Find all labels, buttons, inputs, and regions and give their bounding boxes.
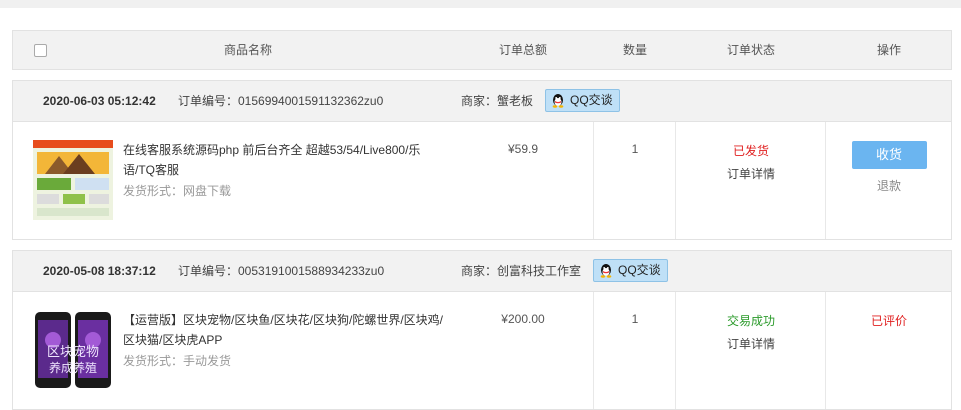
order-quantity: 1 (631, 312, 639, 326)
order-quantity: 1 (631, 142, 639, 156)
seller-name: 商家：创富科技工作室 (461, 264, 582, 278)
divider (593, 292, 594, 409)
order-date: 2020-05-08 18:37:12 (43, 264, 156, 278)
order-status: 已发货 订单详情 (676, 142, 826, 182)
order-row: 区块宠物 养成养殖 【运营版】区块宠物/区块鱼/区块花/区块狗/陀螺世界/区块鸡… (12, 292, 952, 410)
order-row: 在线客服系统源码php 前后台齐全 超越53/54/Live800/乐语/TQ客… (12, 122, 952, 240)
order-header: 2020-05-08 18:37:12 订单编号：005319100158893… (12, 250, 952, 292)
product-thumbnail[interactable] (33, 140, 113, 220)
header-actions: 操作 (876, 43, 901, 57)
thumbnail-title-line2: 养成养殖 (49, 360, 97, 375)
qq-chat-button[interactable]: QQ交谈 (545, 89, 620, 112)
reviewed-status: 已评价 (870, 314, 907, 328)
shipping-method: 发货形式：手动发货 (123, 354, 232, 368)
select-all-checkbox[interactable] (34, 44, 47, 57)
product-name-link[interactable]: 【运营版】区块宠物/区块鱼/区块花/区块狗/陀螺世界/区块鸡/区块猫/区块虎AP… (123, 310, 443, 350)
qq-chat-label: QQ交谈 (570, 93, 613, 107)
product-name-link[interactable]: 在线客服系统源码php 前后台齐全 超越53/54/Live800/乐语/TQ客… (123, 140, 443, 180)
header-product-name: 商品名称 (223, 43, 272, 57)
order-actions: 收货 退款 (826, 141, 952, 194)
header-quantity: 数量 (622, 43, 647, 57)
top-spacer (0, 8, 961, 30)
confirm-receipt-button[interactable]: 收货 (851, 141, 927, 169)
order-price: ¥200.00 (501, 312, 545, 326)
header-order-status: 订单状态 (726, 43, 775, 57)
seller-name: 商家：蟹老板 (461, 94, 534, 108)
qq-chat-button[interactable]: QQ交谈 (593, 259, 668, 282)
order-status: 交易成功 订单详情 (676, 312, 826, 352)
header-order-total: 订单总额 (498, 43, 547, 57)
order-table-header: 商品名称 订单总额 数量 订单状态 操作 (12, 30, 952, 70)
status-text: 交易成功 (726, 314, 775, 328)
order-header: 2020-06-03 05:12:42 订单编号：015699400159113… (12, 80, 952, 122)
order-detail-link[interactable]: 订单详情 (676, 335, 826, 352)
order-detail-link[interactable]: 订单详情 (676, 165, 826, 182)
top-bar (0, 0, 961, 8)
qq-penguin-icon (600, 264, 612, 278)
status-text: 已发货 (732, 144, 769, 158)
qq-chat-label: QQ交谈 (618, 263, 661, 277)
order-number: 订单编号：0156994001591132362zu0 (178, 94, 384, 108)
order-date: 2020-06-03 05:12:42 (43, 94, 156, 108)
divider (593, 122, 594, 239)
order-number: 订单编号：0053191001588934233zu0 (178, 264, 385, 278)
shipping-method: 发货形式：网盘下载 (123, 184, 232, 198)
order-actions: 已评价 (826, 312, 952, 329)
qq-penguin-icon (552, 94, 564, 108)
order-price: ¥59.9 (507, 142, 539, 156)
refund-link[interactable]: 退款 (826, 177, 952, 194)
product-thumbnail[interactable]: 区块宠物 养成养殖 (33, 310, 113, 390)
thumbnail-title-line1: 区块宠物 (47, 344, 99, 360)
